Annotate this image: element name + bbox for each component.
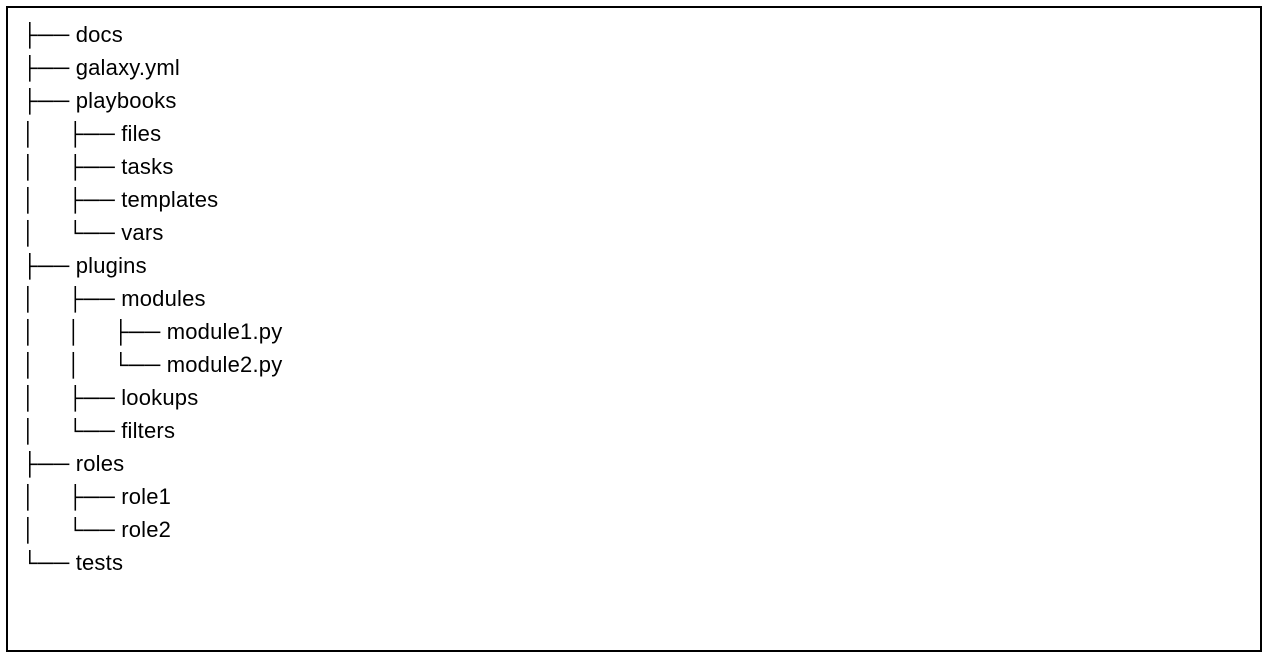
tree-label: role2 bbox=[121, 517, 171, 542]
tree-prefix: │ ├── bbox=[22, 121, 121, 146]
tree-line: ├── docs bbox=[22, 18, 1246, 51]
tree-line: └── tests bbox=[22, 546, 1246, 579]
tree-prefix: │ ├── bbox=[22, 187, 121, 212]
tree-prefix: │ └── bbox=[22, 220, 121, 245]
tree-line: │ │ ├── module1.py bbox=[22, 315, 1246, 348]
tree-label: plugins bbox=[76, 253, 147, 278]
tree-line: │ └── vars bbox=[22, 216, 1246, 249]
directory-tree-container: ├── docs ├── galaxy.yml ├── playbooks │ … bbox=[6, 6, 1262, 652]
tree-prefix: │ ├── bbox=[22, 484, 121, 509]
tree-line: │ ├── role1 bbox=[22, 480, 1246, 513]
tree-label: playbooks bbox=[76, 88, 177, 113]
tree-prefix: ├── bbox=[22, 451, 76, 476]
tree-label: module2.py bbox=[167, 352, 283, 377]
tree-label: tests bbox=[76, 550, 123, 575]
tree-prefix: ├── bbox=[22, 55, 76, 80]
tree-prefix: │ └── bbox=[22, 418, 121, 443]
tree-label: tasks bbox=[121, 154, 173, 179]
tree-prefix: │ ├── bbox=[22, 385, 121, 410]
tree-label: docs bbox=[76, 22, 123, 47]
tree-prefix: ├── bbox=[22, 22, 76, 47]
tree-label: templates bbox=[121, 187, 218, 212]
tree-line: │ ├── tasks bbox=[22, 150, 1246, 183]
tree-line: ├── plugins bbox=[22, 249, 1246, 282]
tree-line: │ ├── lookups bbox=[22, 381, 1246, 414]
tree-prefix: │ │ ├── bbox=[22, 319, 167, 344]
tree-line: │ ├── files bbox=[22, 117, 1246, 150]
tree-prefix: │ │ └── bbox=[22, 352, 167, 377]
tree-label: filters bbox=[121, 418, 175, 443]
tree-line: ├── galaxy.yml bbox=[22, 51, 1246, 84]
tree-prefix: └── bbox=[22, 550, 76, 575]
tree-label: module1.py bbox=[167, 319, 283, 344]
tree-prefix: ├── bbox=[22, 253, 76, 278]
tree-line: ├── playbooks bbox=[22, 84, 1246, 117]
tree-line: │ └── role2 bbox=[22, 513, 1246, 546]
tree-label: vars bbox=[121, 220, 163, 245]
tree-label: roles bbox=[76, 451, 125, 476]
tree-prefix: ├── bbox=[22, 88, 76, 113]
tree-label: role1 bbox=[121, 484, 171, 509]
tree-label: files bbox=[121, 121, 161, 146]
tree-prefix: │ └── bbox=[22, 517, 121, 542]
tree-line: │ └── filters bbox=[22, 414, 1246, 447]
tree-label: lookups bbox=[121, 385, 198, 410]
tree-line: ├── roles bbox=[22, 447, 1246, 480]
tree-line: │ │ └── module2.py bbox=[22, 348, 1246, 381]
tree-line: │ ├── modules bbox=[22, 282, 1246, 315]
tree-label: modules bbox=[121, 286, 206, 311]
tree-prefix: │ ├── bbox=[22, 154, 121, 179]
tree-line: │ ├── templates bbox=[22, 183, 1246, 216]
tree-prefix: │ ├── bbox=[22, 286, 121, 311]
tree-label: galaxy.yml bbox=[76, 55, 180, 80]
